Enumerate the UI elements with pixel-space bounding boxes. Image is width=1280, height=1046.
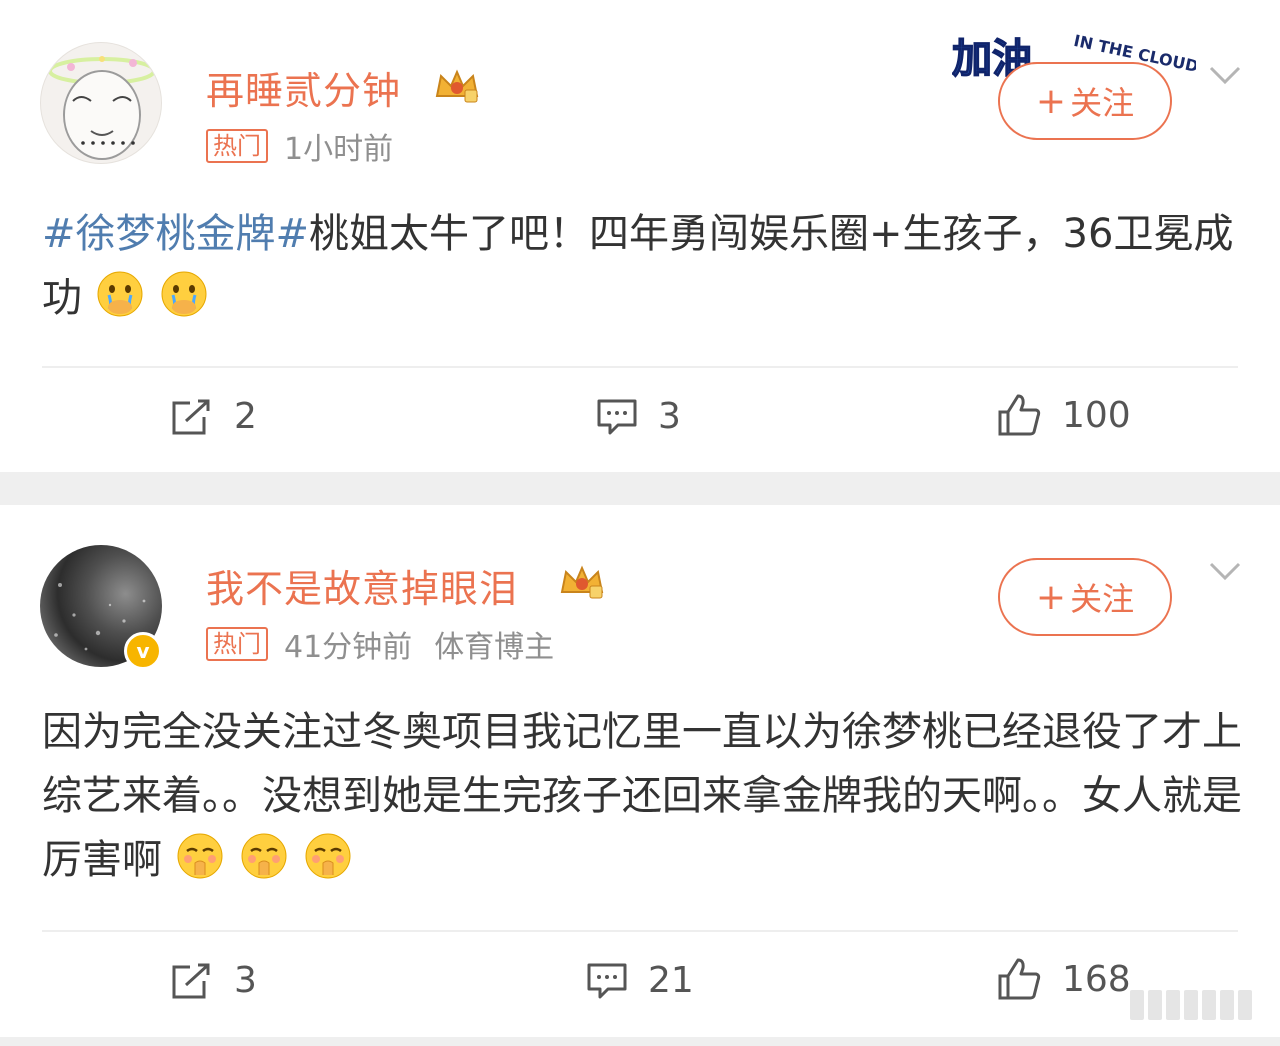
crying-emoji-icon [97, 271, 143, 317]
comment-button[interactable]: 21 [586, 960, 694, 1001]
hashtag-link[interactable]: #徐梦桃金牌# [42, 211, 309, 257]
follow-plus-icon: + [1035, 576, 1067, 618]
divider [42, 930, 1238, 932]
post-time: 1小时前 [284, 132, 394, 167]
comment-button[interactable]: 3 [596, 396, 681, 437]
chevron-down-icon[interactable] [1208, 64, 1242, 86]
repost-icon [172, 399, 210, 434]
verified-badge: v [124, 632, 162, 670]
follow-button[interactable]: + 关注 [998, 558, 1172, 636]
follow-plus-icon: + [1035, 80, 1067, 122]
comment-count: 3 [658, 396, 681, 437]
post-time: 41分钟前 [284, 630, 413, 665]
post-meta: 热门 1小时前 [206, 124, 393, 168]
repost-count: 3 [234, 960, 257, 1001]
crying-emoji-icon [161, 271, 207, 317]
username[interactable]: 我不是故意掉眼泪 [206, 558, 518, 613]
follow-label: 关注 [1070, 84, 1135, 122]
thumbs-up-icon [998, 394, 1041, 436]
chevron-down-icon[interactable] [1208, 560, 1242, 582]
repost-icon [172, 963, 210, 998]
crown-badge-icon [435, 69, 479, 103]
post-separator [0, 472, 1280, 505]
comment-count: 21 [648, 960, 694, 1001]
shy-emoji-icon [305, 833, 351, 879]
comment-icon [597, 399, 637, 434]
hot-badge: 热门 [206, 129, 268, 163]
like-button[interactable]: 168 [996, 956, 1131, 1002]
like-count: 100 [1062, 394, 1131, 436]
crown-badge-icon [560, 565, 604, 599]
username[interactable]: 再睡贰分钟 [206, 60, 401, 115]
repost-count: 2 [234, 396, 257, 437]
hot-badge: 热门 [206, 627, 268, 661]
bottom-strip [0, 1037, 1280, 1046]
watermark [1130, 990, 1260, 1030]
thumbs-up-icon [998, 958, 1041, 1000]
like-button[interactable]: 100 [996, 392, 1131, 438]
follow-label: 关注 [1070, 580, 1135, 618]
post-content: 因为完全没关注过冬奥项目我记忆里一直以为徐梦桃已经退役了才上综艺来着。。没想到她… [42, 700, 1242, 892]
like-count: 168 [1062, 958, 1131, 1000]
follow-button[interactable]: + 关注 [998, 62, 1172, 140]
shy-emoji-icon [177, 833, 223, 879]
post-meta: 热门 41分钟前 体育博主 [206, 622, 554, 666]
author-role: 体育博主 [434, 630, 555, 665]
comment-icon [587, 963, 627, 998]
divider [42, 366, 1238, 368]
post-content: #徐梦桃金牌#桃姐太牛了吧！四年勇闯娱乐圈+生孩子，36卫冕成功 [42, 202, 1242, 330]
repost-button[interactable]: 3 [170, 960, 257, 1001]
shy-emoji-icon [241, 833, 287, 879]
repost-button[interactable]: 2 [170, 396, 257, 437]
avatar[interactable] [40, 42, 162, 164]
